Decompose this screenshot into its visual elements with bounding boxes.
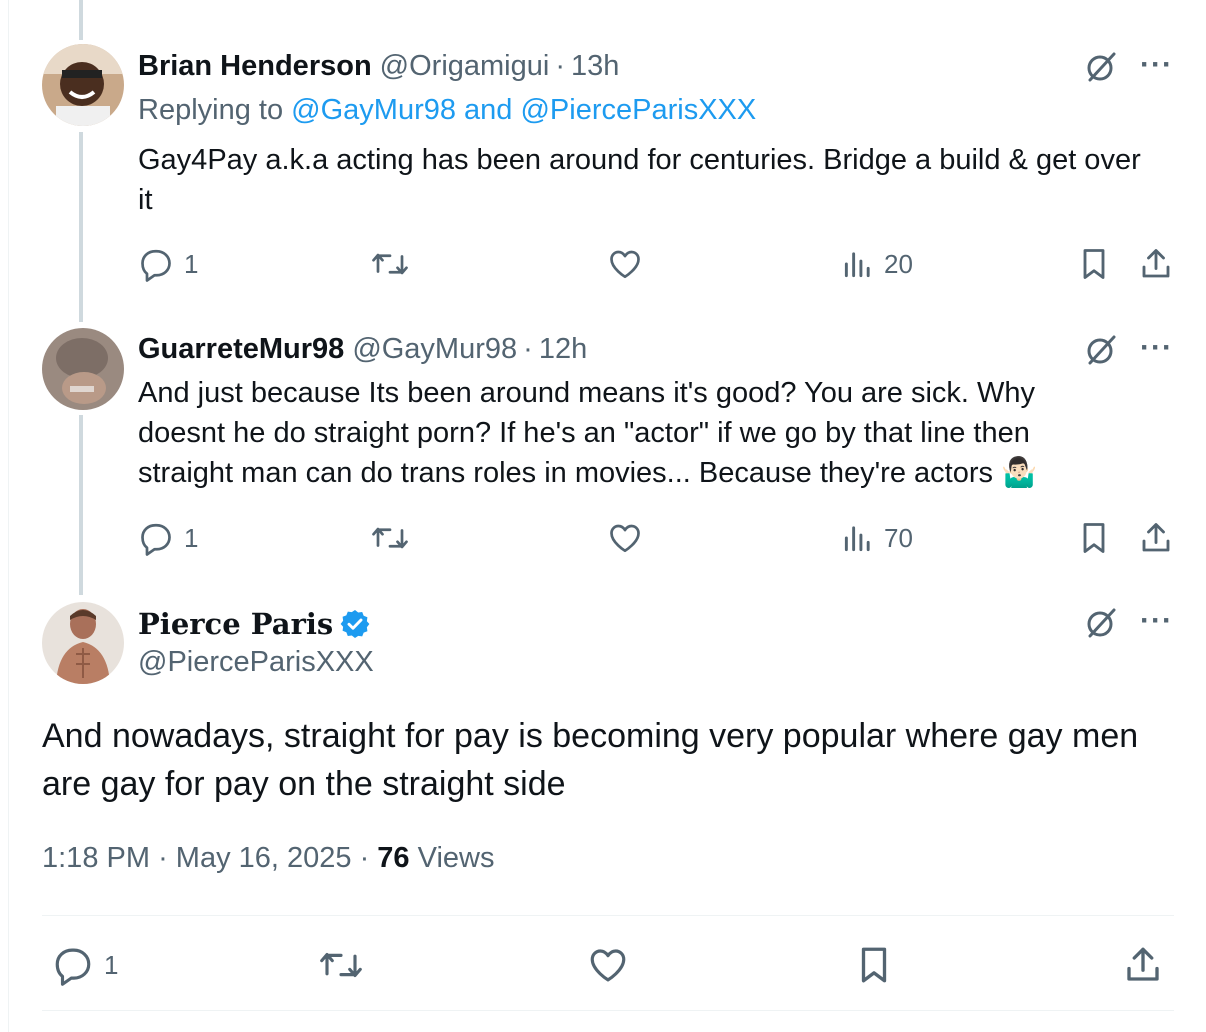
share-icon xyxy=(1138,520,1174,556)
views-icon xyxy=(842,520,874,556)
retweet-button[interactable] xyxy=(318,944,364,986)
handle[interactable]: @GayMur98 xyxy=(352,333,517,366)
views-icon xyxy=(842,246,874,282)
retweet-icon xyxy=(370,520,410,556)
views-count: 20 xyxy=(884,248,913,279)
timestamp[interactable]: 12h xyxy=(539,333,587,366)
like-icon xyxy=(586,944,630,986)
tweet-header: Brian Henderson @Origamigui · 13h xyxy=(138,46,619,86)
reply-button[interactable]: 1 xyxy=(138,246,198,282)
grok-icon[interactable] xyxy=(1084,606,1118,640)
handle[interactable]: @PierceParisXXX xyxy=(138,646,374,679)
main-tweet-author[interactable]: Pierce Paris xyxy=(138,604,371,644)
display-name[interactable]: GuarreteMur98 xyxy=(138,333,344,366)
separator-dot: · xyxy=(523,332,533,365)
retweet-icon xyxy=(370,246,410,282)
more-icon[interactable]: ··· xyxy=(1140,48,1173,82)
views-button[interactable]: 20 xyxy=(842,246,913,282)
retweet-button[interactable] xyxy=(370,246,410,282)
like-icon xyxy=(606,246,644,282)
thread-line-top xyxy=(79,0,83,40)
replying-to: Replying to @GayMur98 and @PierceParisXX… xyxy=(138,94,756,127)
more-icon[interactable]: ··· xyxy=(1140,331,1173,365)
bookmark-icon xyxy=(1078,246,1110,282)
views-button[interactable]: 70 xyxy=(842,520,913,556)
display-name[interactable]: Pierce Paris xyxy=(138,607,333,641)
reply-count: 1 xyxy=(104,949,119,980)
replying-to-prefix: Replying to xyxy=(138,94,292,126)
separator-dot: · xyxy=(555,49,565,82)
avatar[interactable] xyxy=(42,328,124,410)
divider xyxy=(42,915,1174,916)
verified-badge-icon xyxy=(339,608,371,640)
bookmark-button[interactable] xyxy=(1078,520,1110,556)
retweet-icon xyxy=(318,944,364,986)
timeline-border xyxy=(8,0,9,1032)
bookmark-button[interactable] xyxy=(1078,246,1110,282)
retweet-button[interactable] xyxy=(370,520,410,556)
bookmark-button[interactable] xyxy=(856,944,892,986)
bookmark-icon xyxy=(856,944,892,986)
tweet-metadata: 1:18 PM · May 16, 2025 · 76 Views xyxy=(42,842,495,874)
share-button[interactable] xyxy=(1122,944,1164,986)
reply-count: 1 xyxy=(184,522,199,553)
views-count: 70 xyxy=(884,522,913,553)
replying-to-handles[interactable]: @GayMur98 and @PierceParisXXX xyxy=(291,94,756,126)
grok-icon[interactable] xyxy=(1084,50,1118,84)
avatar[interactable] xyxy=(42,602,124,684)
tweet-text: Gay4Pay a.k.a acting has been around for… xyxy=(138,144,1141,216)
reply-button[interactable]: 1 xyxy=(138,520,198,556)
more-icon[interactable]: ··· xyxy=(1140,604,1173,638)
like-button[interactable] xyxy=(606,520,644,556)
share-icon xyxy=(1122,944,1164,986)
reply-button[interactable]: 1 xyxy=(52,944,118,986)
tweet-time[interactable]: 1:18 PM xyxy=(42,842,150,874)
display-name[interactable]: Brian Henderson xyxy=(138,50,372,83)
views-label: Views xyxy=(417,842,495,874)
reply-icon xyxy=(138,520,174,556)
views-count: 76 xyxy=(377,842,410,874)
tweet-text: And just because Its been around means i… xyxy=(138,377,1038,489)
timestamp[interactable]: 13h xyxy=(571,50,619,83)
tweet-date[interactable]: May 16, 2025 xyxy=(176,842,352,874)
grok-icon[interactable] xyxy=(1084,333,1118,367)
reply-count: 1 xyxy=(184,248,199,279)
reply-icon xyxy=(138,246,174,282)
share-button[interactable] xyxy=(1138,246,1174,282)
share-button[interactable] xyxy=(1138,520,1174,556)
share-icon xyxy=(1138,246,1174,282)
handle[interactable]: @Origamigui xyxy=(380,50,550,83)
thread-line-1 xyxy=(79,132,83,322)
avatar[interactable] xyxy=(42,44,124,126)
main-tweet-text: And nowadays, straight for pay is becomi… xyxy=(42,717,1139,803)
like-button[interactable] xyxy=(606,246,644,282)
like-button[interactable] xyxy=(586,944,630,986)
like-icon xyxy=(606,520,644,556)
thread-line-2 xyxy=(79,415,83,595)
bookmark-icon xyxy=(1078,520,1110,556)
divider xyxy=(42,1010,1174,1011)
tweet-header: GuarreteMur98 @GayMur98 · 12h xyxy=(138,329,587,369)
reply-icon xyxy=(52,944,94,986)
